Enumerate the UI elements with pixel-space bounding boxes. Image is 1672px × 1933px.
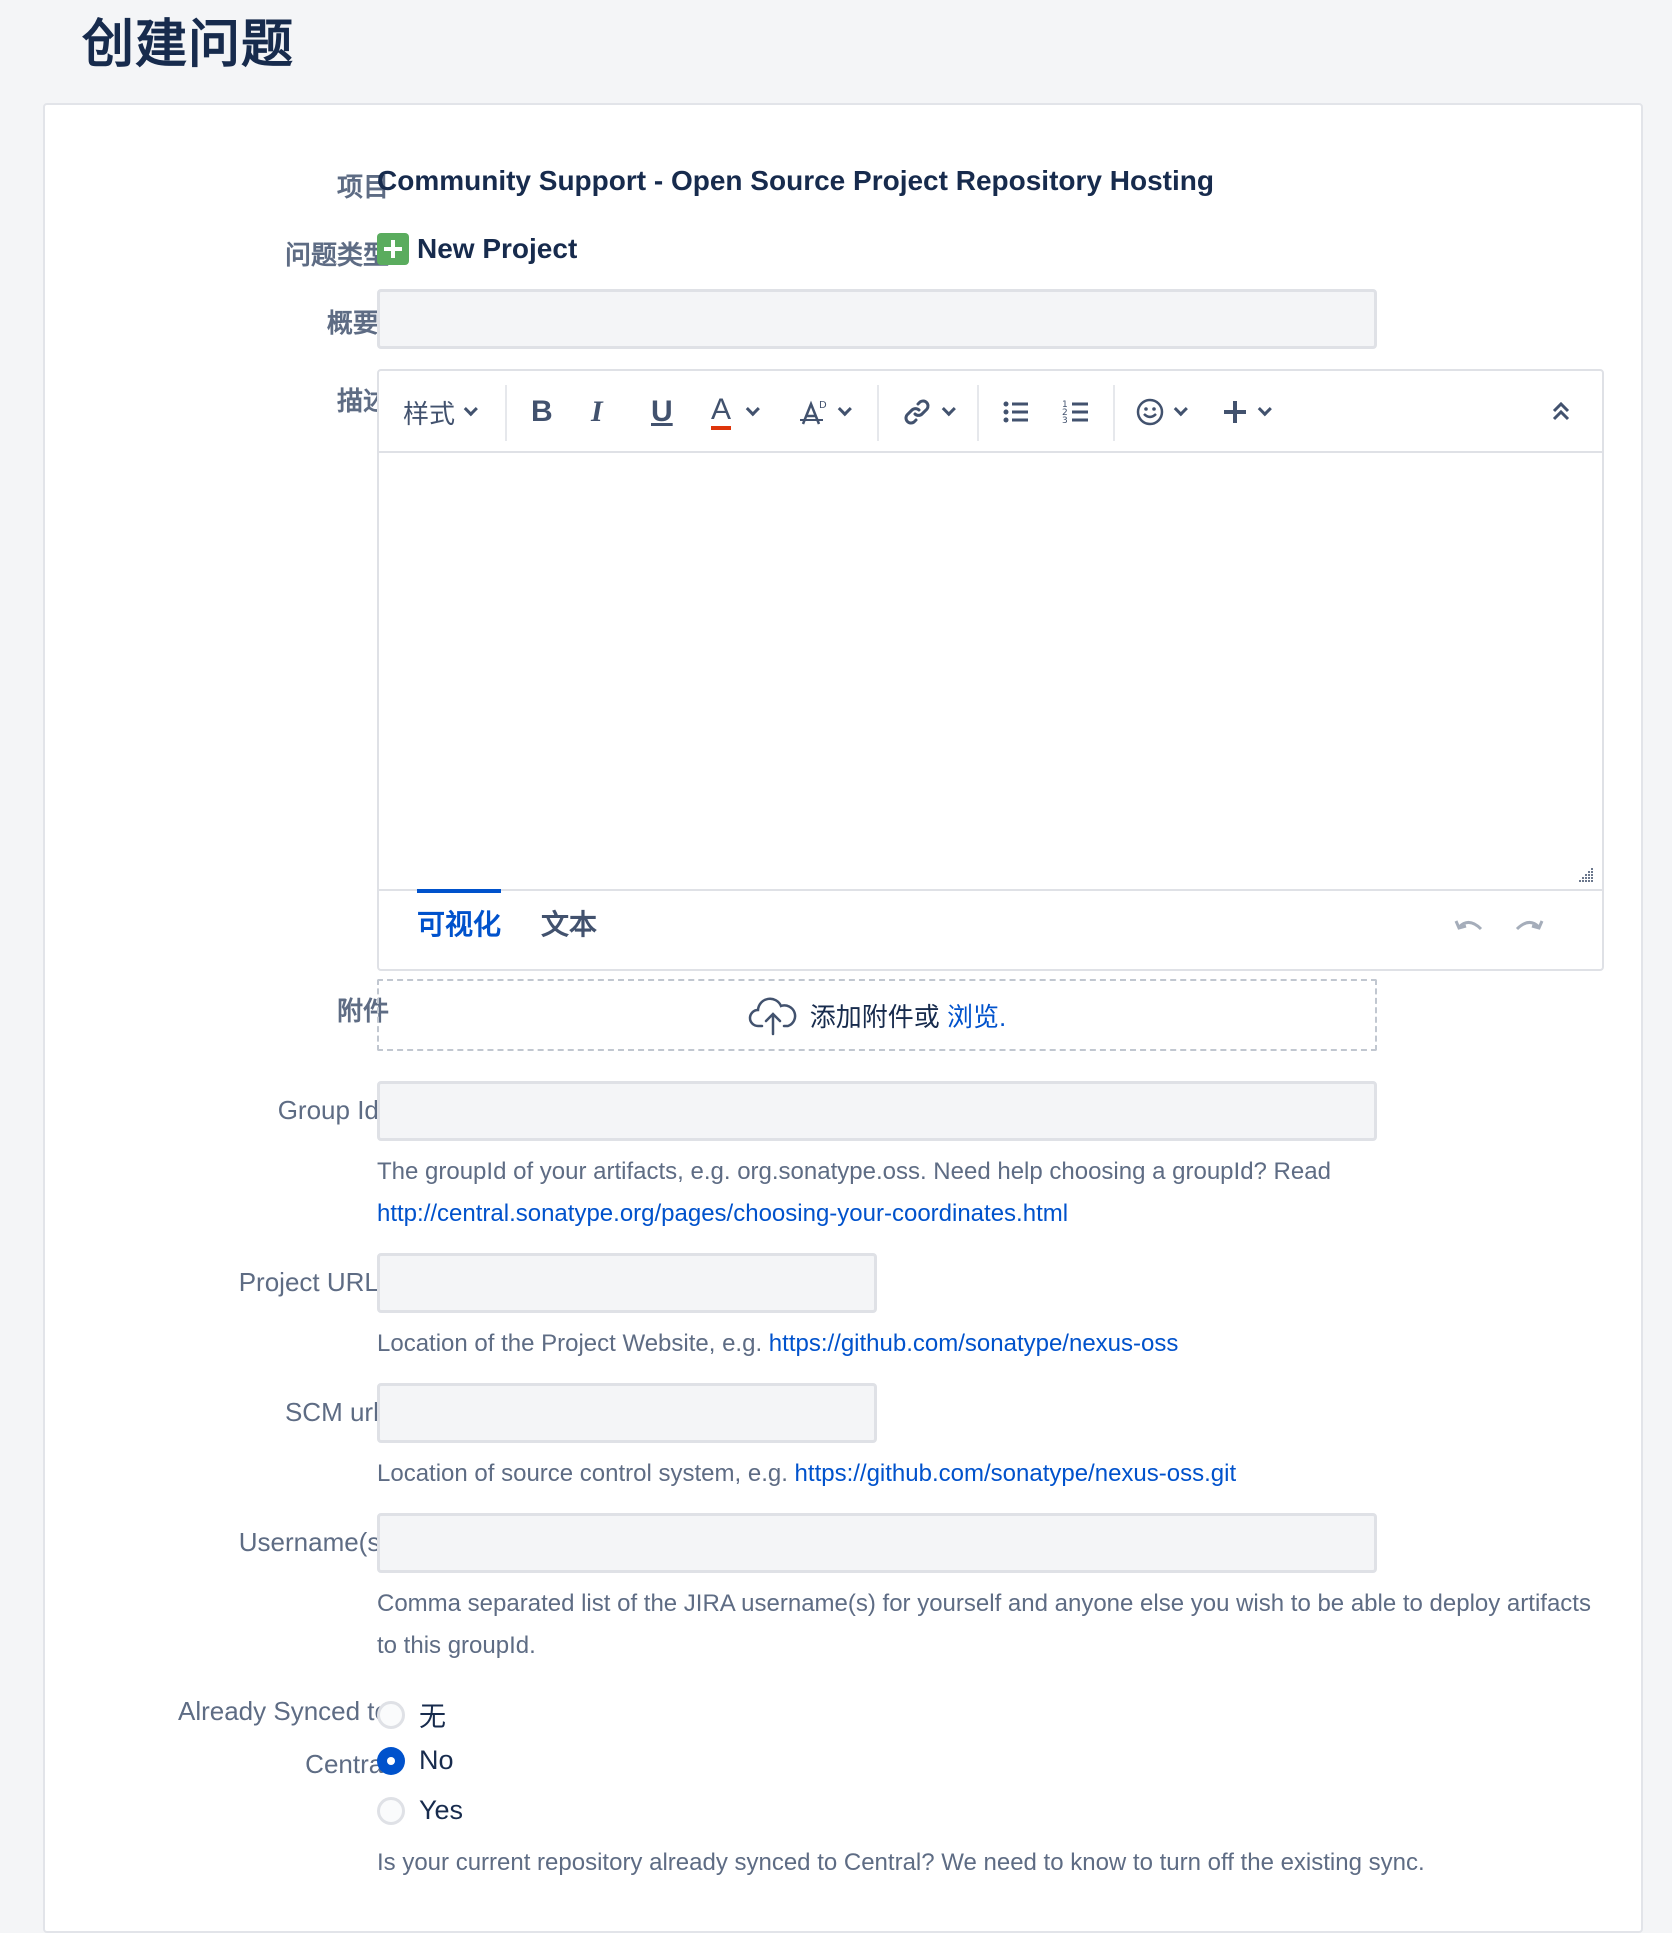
toolbar-divider — [877, 385, 879, 441]
numbered-list-icon: 1 2 3 — [1062, 400, 1088, 426]
cloud-upload-icon — [748, 997, 797, 1036]
description-editor: 样式 B I U A D 1 2 3 可视化 文本 — [377, 369, 1604, 971]
already-synced-label-line1: Already Synced to — [177, 1696, 389, 1726]
style-dropdown[interactable]: 样式 — [403, 391, 478, 433]
issue-type-value: New Project — [377, 233, 577, 265]
group-id-label: Group Id* — [278, 1095, 389, 1126]
redo-icon — [1515, 920, 1544, 931]
chevron-down-icon — [1173, 402, 1188, 417]
usernames-input[interactable] — [377, 1513, 1377, 1573]
bullet-list-icon — [1003, 401, 1028, 423]
browse-link[interactable]: 浏览. — [947, 1002, 1006, 1032]
scm-url-help-link[interactable]: https://github.com/sonatype/nexus-oss.gi… — [795, 1460, 1237, 1487]
create-issue-form: 项目 Community Support - Open Source Proje… — [43, 103, 1643, 1933]
project-url-label: Project URL* — [239, 1267, 389, 1298]
resize-grip-icon[interactable] — [1578, 867, 1594, 883]
radio-button[interactable] — [377, 1700, 405, 1729]
chevron-down-icon — [745, 402, 760, 417]
issue-type-name: New Project — [417, 233, 578, 264]
radio-option-no[interactable]: No — [377, 1745, 454, 1776]
usernames-help: Comma separated list of the JIRA usernam… — [377, 1590, 1591, 1659]
green-plus-icon — [377, 233, 409, 265]
link-icon — [904, 399, 930, 425]
already-synced-label: Already Synced to Central — [178, 1685, 389, 1791]
project-url-help-text: Location of the Project Website, e.g. — [377, 1330, 763, 1357]
italic-button[interactable]: I — [591, 391, 603, 433]
text-formatting-dropdown[interactable]: D — [799, 391, 852, 433]
radio-label: Yes — [419, 1795, 464, 1825]
scm-url-help-text: Location of source control system, e.g. — [377, 1460, 788, 1487]
tab-visual[interactable]: 可视化 — [417, 889, 502, 943]
toolbar-divider — [1113, 385, 1115, 441]
toolbar-divider — [977, 385, 979, 441]
bullet-list-button[interactable] — [1001, 391, 1031, 433]
numbered-list-button[interactable]: 1 2 3 — [1061, 391, 1091, 433]
project-value: Community Support - Open Source Project … — [377, 165, 1214, 196]
radio-button[interactable] — [377, 1796, 405, 1825]
chevron-down-icon — [941, 402, 956, 417]
summary-label-text: 概要 — [326, 308, 379, 338]
attachment-drop-text: 添加附件或 浏览. — [810, 997, 1006, 1034]
redo-button[interactable] — [1513, 913, 1545, 947]
scm-url-label: SCM url* — [285, 1397, 389, 1428]
text-color-icon: A — [711, 394, 732, 430]
underline-icon: U — [651, 395, 673, 428]
double-chevron-up-icon — [1552, 401, 1570, 421]
chevron-down-icon — [463, 402, 478, 417]
radio-button-checked[interactable] — [377, 1746, 405, 1775]
emoji-dropdown[interactable] — [1135, 391, 1188, 433]
description-textarea[interactable] — [379, 453, 1602, 889]
usernames-label: Username(s) — [238, 1527, 389, 1557]
underline-button[interactable]: U — [651, 391, 673, 433]
undo-button[interactable] — [1453, 913, 1485, 947]
group-id-input[interactable] — [377, 1081, 1377, 1141]
svg-text:3: 3 — [1062, 416, 1068, 426]
style-label: 样式 — [403, 398, 456, 429]
undo-icon — [1454, 920, 1483, 931]
page-title: 创建问题 — [82, 16, 295, 74]
project-url-help-link[interactable]: https://github.com/sonatype/nexus-oss — [769, 1330, 1179, 1357]
group-id-label-text: Group Id — [277, 1095, 379, 1125]
radio-label: No — [419, 1745, 454, 1775]
radio-option-yes[interactable]: Yes — [377, 1795, 463, 1826]
collapse-toolbar-button[interactable] — [1549, 391, 1573, 433]
project-url-help: Location of the Project Website, e.g. ht… — [377, 1323, 1617, 1365]
plus-icon — [1224, 401, 1246, 423]
scm-url-input[interactable] — [377, 1383, 877, 1443]
summary-input[interactable] — [377, 289, 1377, 349]
group-id-help-link[interactable]: http://central.sonatype.org/pages/choosi… — [377, 1200, 1068, 1227]
emoji-icon — [1136, 398, 1164, 426]
group-id-help: The groupId of your artifacts, e.g. org.… — [377, 1151, 1617, 1235]
text-color-dropdown[interactable]: A — [711, 391, 760, 433]
editor-mode-tabs: 可视化 文本 — [379, 889, 1602, 971]
chevron-down-icon — [1257, 402, 1272, 417]
radio-option-none[interactable]: 无 — [377, 1695, 446, 1734]
bold-icon: B — [531, 395, 553, 428]
italic-icon: I — [591, 395, 603, 428]
group-id-help-text: The groupId of your artifacts, e.g. org.… — [377, 1158, 1331, 1185]
scm-url-label-text: SCM url — [284, 1397, 379, 1427]
bold-button[interactable]: B — [531, 391, 553, 433]
project-url-label-text: Project URL — [238, 1267, 379, 1297]
tab-text[interactable]: 文本 — [541, 903, 597, 943]
attachment-drop-label: 添加附件或 — [809, 1001, 940, 1032]
radio-label: 无 — [419, 1702, 446, 1732]
issue-type-label: 问题类型 — [284, 240, 389, 270]
scm-url-help: Location of source control system, e.g. … — [377, 1453, 1617, 1495]
svg-text:D: D — [819, 400, 827, 411]
project-url-input[interactable] — [377, 1253, 877, 1313]
link-dropdown[interactable] — [901, 391, 956, 433]
toolbar-divider — [505, 385, 507, 441]
insert-more-dropdown[interactable] — [1221, 391, 1272, 433]
strikethrough-more-icon: D — [800, 400, 827, 425]
editor-toolbar: 样式 B I U A D 1 2 3 — [379, 371, 1602, 453]
already-synced-help: Is your current repository already synce… — [377, 1849, 1425, 1876]
chevron-down-icon — [837, 402, 852, 417]
attachment-dropzone[interactable]: 添加附件或 浏览. — [377, 979, 1377, 1051]
